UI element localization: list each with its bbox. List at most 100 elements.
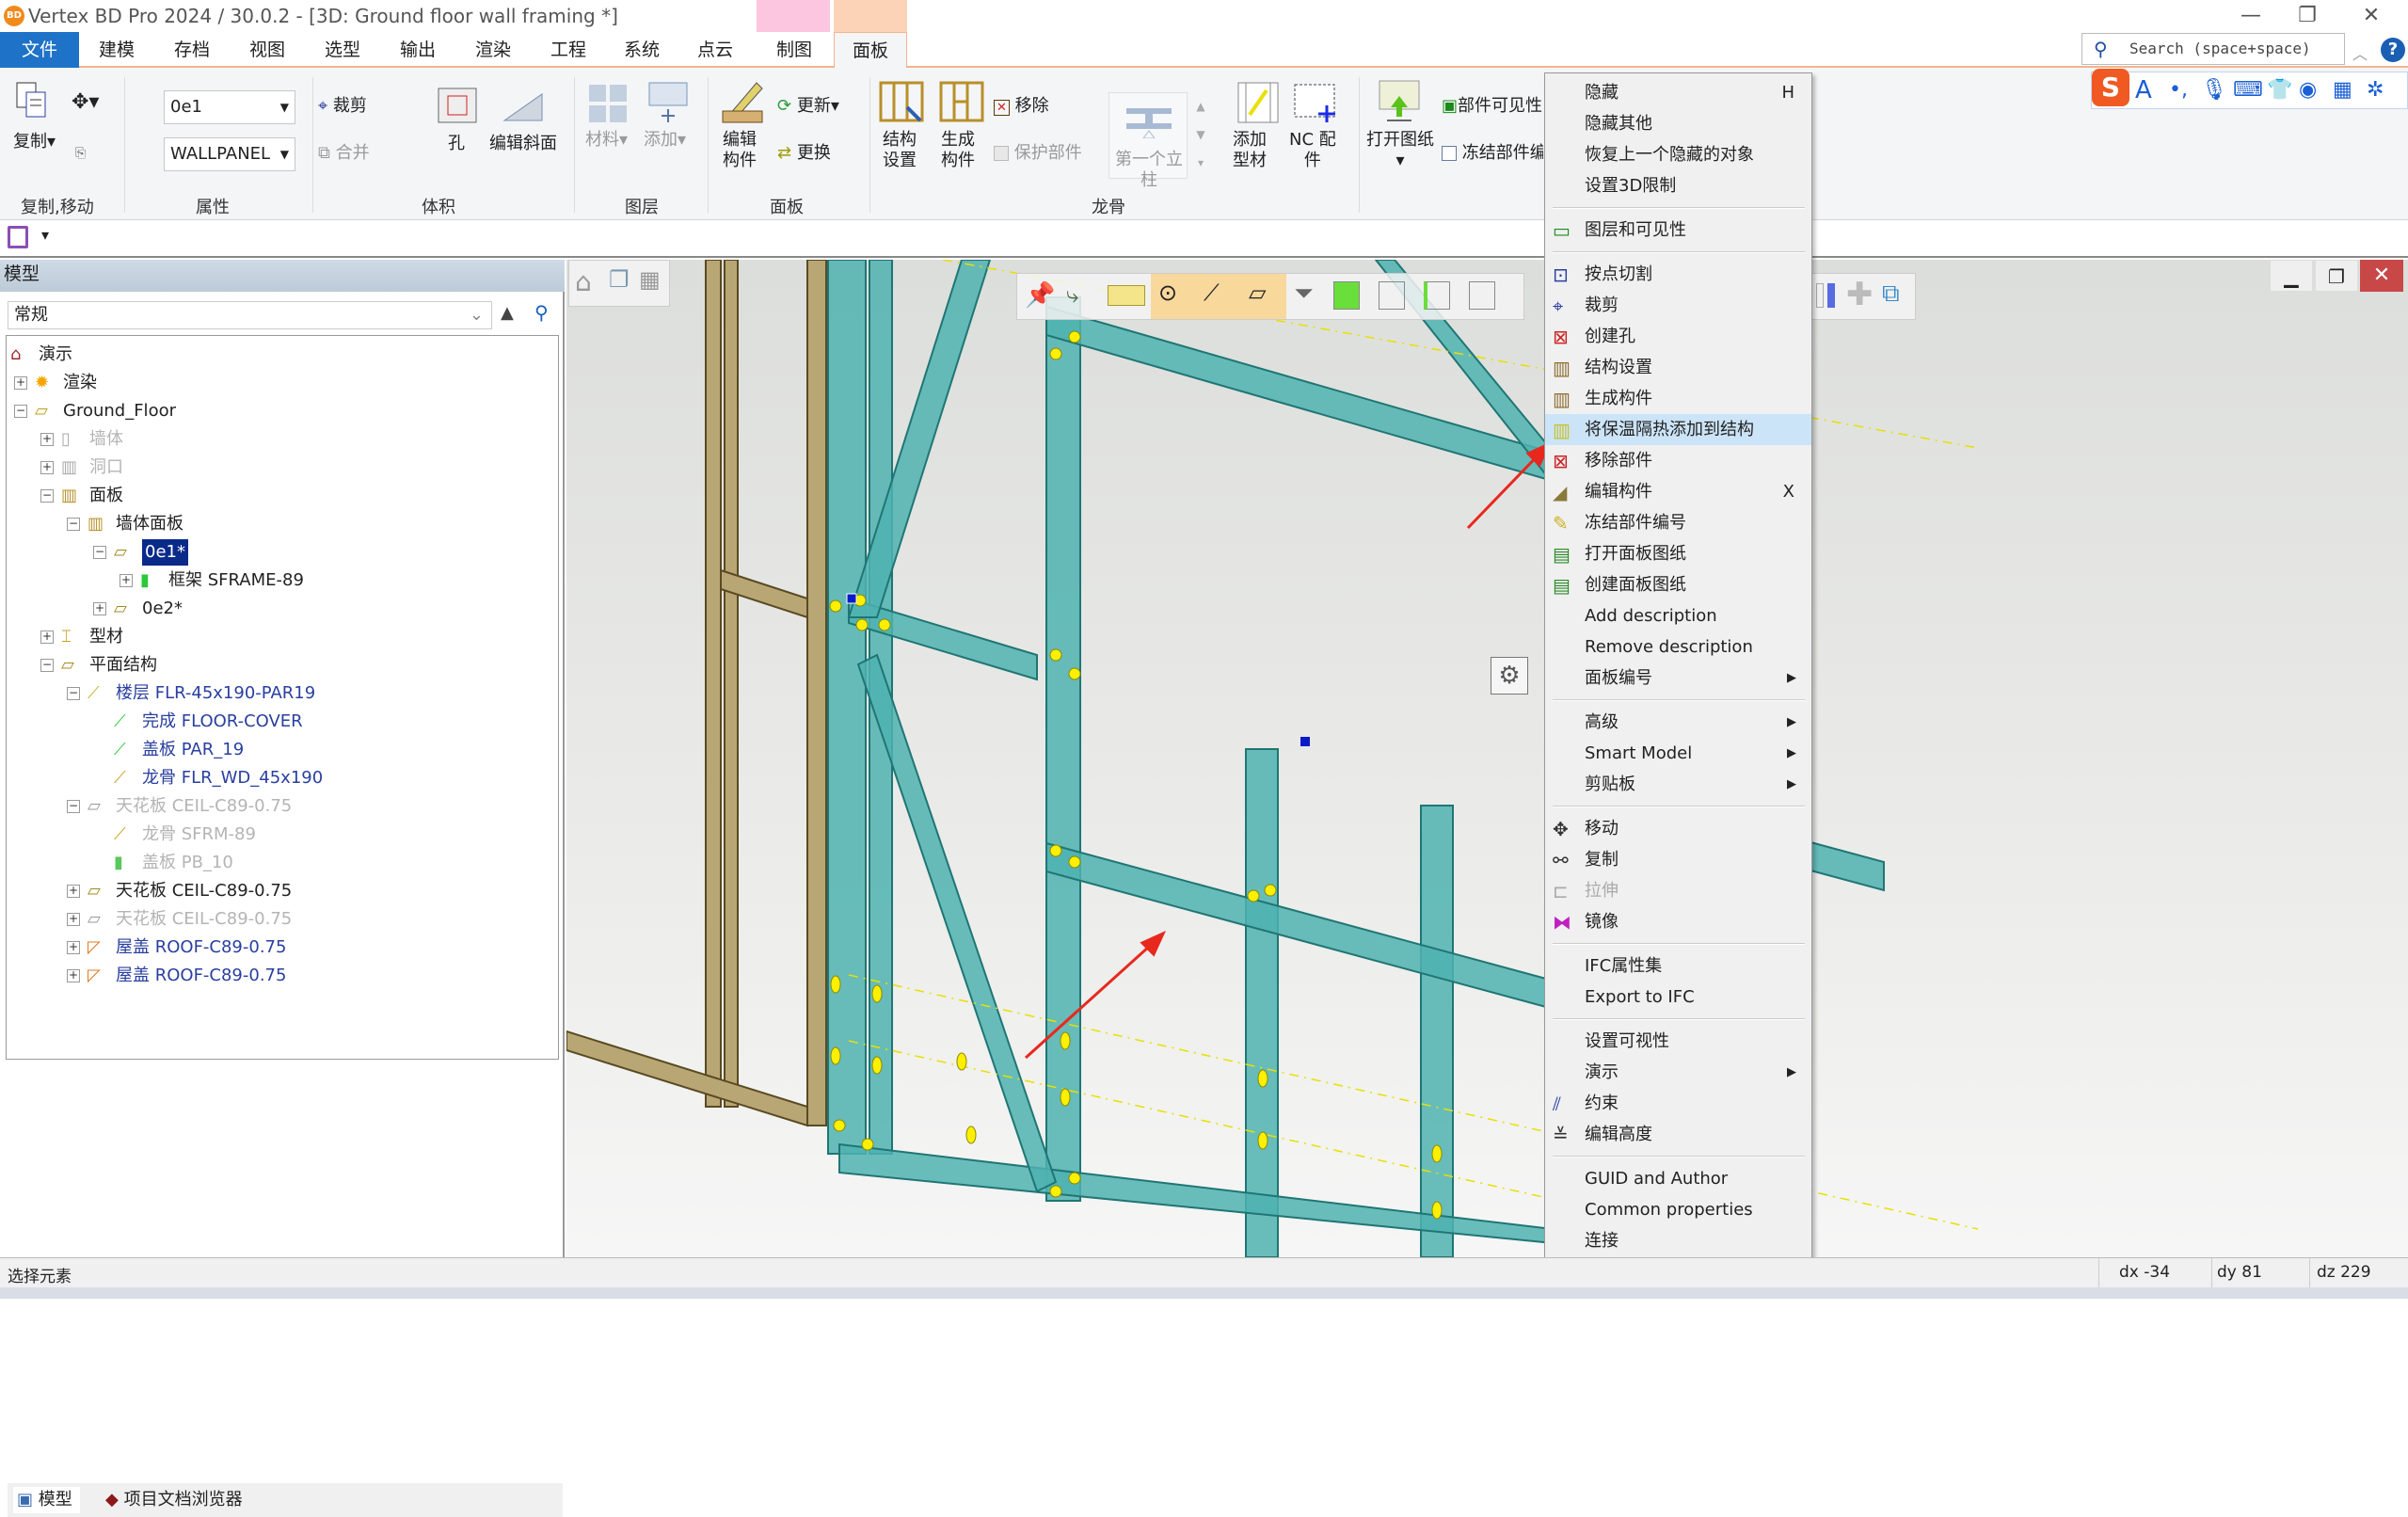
menu-item[interactable]: Smart Model ▶ bbox=[1545, 738, 1811, 769]
add-profile-button[interactable]: 添加 型材 bbox=[1233, 130, 1267, 171]
menu-item[interactable]: 设置可视性 bbox=[1545, 1026, 1811, 1057]
view-box-front-icon[interactable] bbox=[1469, 281, 1495, 310]
menu-item[interactable]: ▥ 结构设置 bbox=[1545, 352, 1811, 383]
menu-item[interactable]: 设置3D限制 bbox=[1545, 170, 1811, 201]
name-combo[interactable]: 0e1 ▼ bbox=[164, 90, 295, 124]
menu-item[interactable]: Common properties bbox=[1545, 1194, 1811, 1225]
edit-component-button[interactable]: 编辑 构件 bbox=[723, 130, 757, 171]
filter-dropdown[interactable]: 常规 ⌄ bbox=[8, 301, 492, 329]
game-icon[interactable]: ◉ bbox=[2299, 74, 2317, 106]
detach-view-icon[interactable]: ⧉ bbox=[1882, 279, 1900, 309]
edit-slope-icon[interactable] bbox=[501, 87, 546, 124]
add-profile-icon[interactable] bbox=[1236, 81, 1280, 124]
menu-item[interactable]: 剪贴板 ▶ bbox=[1545, 769, 1811, 800]
menu-item[interactable]: ⌖ 裁剪 bbox=[1545, 290, 1811, 321]
menu-item[interactable]: ✎ 冻结部件编号 bbox=[1545, 507, 1811, 538]
tab-view[interactable]: 视图 bbox=[241, 32, 294, 68]
wall-outline-icon[interactable] bbox=[1816, 283, 1824, 308]
menu-item[interactable]: ⚯ 复制 bbox=[1545, 844, 1811, 875]
menu-item[interactable]: 隐藏其他 bbox=[1545, 108, 1811, 139]
tab-panel[interactable]: 面板 bbox=[834, 32, 907, 70]
tab-archive[interactable]: 存档 bbox=[166, 32, 218, 68]
tab-selection[interactable]: 选型 bbox=[316, 32, 369, 68]
filter-icon[interactable]: ⏷ bbox=[1294, 279, 1314, 309]
menu-item[interactable]: ⧓ 镜像 bbox=[1545, 906, 1811, 937]
menu-item[interactable]: ▤ 创建面板图纸 bbox=[1545, 569, 1811, 600]
protect-parts-checkbox[interactable]: 保护部件 bbox=[994, 143, 1082, 164]
add-view-icon[interactable]: ✚ bbox=[1846, 278, 1874, 311]
tab-system[interactable]: 系统 bbox=[615, 32, 668, 68]
keyboard-icon[interactable]: ⌨ bbox=[2233, 74, 2263, 106]
collapse-icon[interactable]: − bbox=[40, 659, 54, 672]
type-combo[interactable]: WALLPANEL ▼ bbox=[164, 137, 295, 171]
tab-render[interactable]: 渲染 bbox=[467, 32, 519, 68]
menu-item[interactable]: ▤ 打开面板图纸 bbox=[1545, 538, 1811, 569]
replace-button[interactable]: ⇄ 更换 bbox=[777, 143, 831, 164]
menu-item[interactable]: 高级 ▶ bbox=[1545, 707, 1811, 738]
hole-icon[interactable] bbox=[437, 87, 478, 124]
menu-item[interactable]: 连接 bbox=[1545, 1225, 1811, 1256]
restore-button[interactable]: ❐ bbox=[2288, 2, 2326, 30]
collapse-up-icon[interactable]: ▲ bbox=[501, 303, 514, 323]
tab-point-cloud[interactable]: 点云 bbox=[689, 32, 742, 68]
add-layer-button[interactable]: 添加▾ bbox=[644, 130, 686, 151]
structure-settings-icon[interactable] bbox=[879, 81, 926, 124]
first-stud-gallery[interactable]: 第一个立柱 bbox=[1108, 92, 1188, 190]
menu-item[interactable]: ▭ 图层和可见性 bbox=[1545, 215, 1811, 246]
menu-item[interactable]: ⊠ 移除部件 bbox=[1545, 445, 1811, 476]
open-drawing-button[interactable]: 打开图纸 ▾ bbox=[1366, 130, 1434, 171]
generate-components-button[interactable]: 生成 构件 bbox=[941, 130, 975, 171]
wall-solid-icon[interactable] bbox=[1827, 283, 1835, 308]
microphone-icon[interactable]: 🎙 bbox=[2201, 74, 2227, 106]
remove-button[interactable]: ✕ 移除 bbox=[994, 96, 1049, 119]
menu-item[interactable]: ⊡ 按点切割 bbox=[1545, 259, 1811, 290]
minimize-button[interactable]: — bbox=[2232, 2, 2270, 30]
material-icon[interactable] bbox=[587, 83, 629, 124]
gear-icon[interactable]: ⚙ bbox=[1491, 657, 1528, 695]
edit-slope-button[interactable]: 编辑斜面 bbox=[489, 134, 557, 154]
collapse-icon[interactable]: − bbox=[93, 546, 106, 559]
merge-button[interactable]: ⧉ 合并 bbox=[318, 143, 370, 164]
menu-item[interactable]: 隐藏 H bbox=[1545, 77, 1811, 108]
trim-button[interactable]: ⌖ 裁剪 bbox=[318, 96, 367, 117]
hole-label[interactable]: 孔 bbox=[448, 134, 465, 154]
menu-item[interactable]: 面板编号 ▶ bbox=[1545, 663, 1811, 694]
menu-item[interactable]: GUID and Author bbox=[1545, 1163, 1811, 1194]
settings-icon[interactable]: ✲ bbox=[2367, 74, 2384, 106]
collapse-icon[interactable]: − bbox=[67, 800, 80, 813]
add-layer-icon[interactable] bbox=[647, 81, 689, 124]
expand-icon[interactable]: + bbox=[40, 631, 54, 644]
help-icon[interactable]: ? bbox=[2381, 38, 2405, 62]
menu-item[interactable]: IFC属性集 bbox=[1545, 950, 1811, 982]
open-drawing-icon[interactable] bbox=[1378, 79, 1421, 124]
menu-item[interactable]: ⊏ 拉伸 bbox=[1545, 875, 1811, 906]
viewport-minimize-button[interactable]: ▁ bbox=[2270, 260, 2313, 292]
part-visibility-button[interactable]: ▣部件可见性 bbox=[1442, 96, 1543, 117]
snap-line-icon[interactable]: ⟋ bbox=[1204, 279, 1220, 306]
view-box-top-icon[interactable] bbox=[1379, 281, 1405, 310]
viewport-close-button[interactable]: ✕ bbox=[2360, 260, 2403, 292]
freeze-numbers-checkbox[interactable]: 冻结部件编号 bbox=[1442, 143, 1543, 164]
apps-icon[interactable]: ▦ bbox=[2333, 74, 2352, 106]
expand-icon[interactable]: + bbox=[40, 433, 54, 446]
sogou-logo-icon[interactable]: S bbox=[2092, 69, 2129, 106]
viewport-restore-button[interactable]: ❐ bbox=[2315, 260, 2358, 292]
expand-icon[interactable]: + bbox=[67, 885, 80, 898]
menu-item[interactable]: ▥ 生成构件 bbox=[1545, 383, 1811, 414]
menu-item[interactable]: Export to IFC bbox=[1545, 982, 1811, 1013]
menu-item[interactable]: 恢复上一个隐藏的对象 bbox=[1545, 139, 1811, 170]
menu-item[interactable]: ≚ 编辑高度 bbox=[1545, 1119, 1811, 1150]
expand-icon[interactable]: + bbox=[67, 941, 80, 954]
menu-item[interactable]: 演示 ▶ bbox=[1545, 1057, 1811, 1088]
gallery-scroll[interactable]: ▲ ▼ ▾ bbox=[1191, 92, 1210, 179]
expand-icon[interactable]: + bbox=[14, 376, 27, 390]
view-box-side-icon[interactable] bbox=[1424, 281, 1450, 310]
punctuation-icon[interactable]: •, bbox=[2169, 74, 2188, 106]
customize-qat-icon[interactable]: ▾ bbox=[41, 226, 49, 244]
grid-view-icon[interactable]: ▦ bbox=[639, 266, 661, 293]
paste-icon[interactable]: ⎘ bbox=[75, 143, 86, 164]
expand-icon[interactable]: + bbox=[67, 913, 80, 926]
windows-icon[interactable]: ❐ bbox=[609, 266, 630, 293]
collapse-icon[interactable]: − bbox=[14, 405, 27, 418]
save-icon[interactable] bbox=[8, 226, 28, 248]
